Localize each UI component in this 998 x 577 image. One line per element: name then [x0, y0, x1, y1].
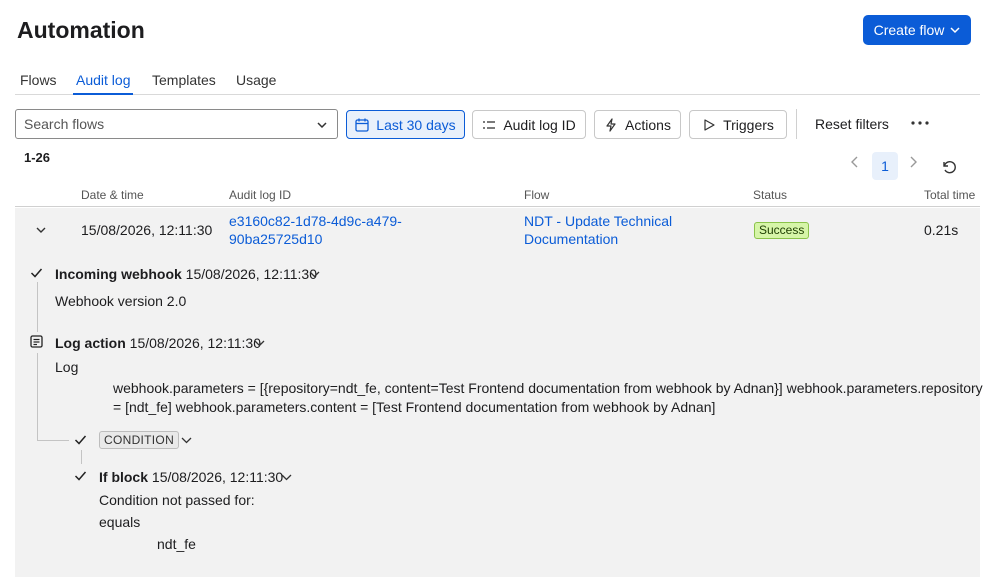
audit-log-id-label: Audit log ID	[503, 116, 576, 133]
row-date: 15/08/2026, 12:11:30	[81, 222, 213, 238]
date-range-label: Last 30 days	[376, 116, 456, 133]
more-options-icon[interactable]	[910, 115, 930, 131]
page-number-button[interactable]: 1	[872, 152, 898, 180]
reset-filters-button[interactable]: Reset filters	[815, 116, 889, 132]
tree-connector	[37, 353, 38, 440]
chevron-down-icon	[317, 122, 327, 129]
webhook-version: Webhook version 2.0	[55, 293, 187, 309]
column-status: Status	[753, 188, 788, 202]
triggers-button[interactable]: Triggers	[689, 110, 787, 139]
chevron-down-icon[interactable]	[181, 435, 192, 445]
row-total-time: 0.21s	[924, 222, 959, 238]
tab-flows[interactable]: Flows	[17, 72, 60, 95]
condition-tag: CONDITION	[99, 431, 180, 449]
play-icon	[704, 118, 715, 131]
log-line-2: = [ndt_fe] webhook.parameters.content = …	[113, 399, 716, 415]
chevron-down-icon[interactable]	[254, 338, 265, 348]
actions-button[interactable]: Actions	[594, 110, 681, 139]
filter-divider	[796, 109, 797, 139]
audit-log-id-button[interactable]: Audit log ID	[472, 110, 586, 139]
actions-label: Actions	[625, 116, 671, 133]
chevron-right-icon[interactable]	[908, 156, 918, 168]
column-date: Date & time	[81, 188, 144, 202]
calendar-icon	[355, 118, 369, 132]
page-title: Automation	[17, 17, 145, 43]
triggers-label: Triggers	[723, 116, 774, 133]
webhook-step-time: 15/08/2026, 12:11:30	[185, 266, 317, 282]
if-block-label: If block	[99, 469, 149, 485]
date-range-button[interactable]: Last 30 days	[346, 110, 465, 139]
webhook-step-title: Incoming webhook 15/08/2026, 12:11:30	[55, 266, 317, 282]
tab-usage[interactable]: Usage	[233, 72, 279, 95]
page-header: Automation Create flow	[0, 0, 998, 60]
flow-link-line1[interactable]: NDT - Update Technical	[524, 213, 672, 229]
result-range: 1-26	[24, 150, 51, 165]
tree-connector	[81, 450, 82, 464]
log-step-label: Log action	[55, 335, 126, 351]
tab-audit-log[interactable]: Audit log	[73, 72, 134, 95]
log-line-1: webhook.parameters = [{repository=ndt_fe…	[113, 380, 983, 396]
chevron-down-icon[interactable]	[281, 472, 292, 482]
log-step-time: 15/08/2026, 12:11:30	[129, 335, 261, 351]
audit-id-link-line1[interactable]: e3160c82-1d78-4d9c-a479-	[229, 213, 402, 229]
create-flow-button[interactable]: Create flow	[863, 15, 971, 45]
condition-value: ndt_fe	[157, 536, 196, 552]
table-header: Date & time Audit log ID Flow Status Tot…	[15, 186, 980, 207]
condition-operator: equals	[99, 514, 141, 530]
chevron-left-icon[interactable]	[850, 156, 860, 168]
search-flows-dropdown[interactable]	[15, 109, 338, 139]
log-body: Log	[55, 359, 79, 375]
chevron-down-icon	[950, 27, 960, 34]
audit-id-link-line2[interactable]: 90ba25725d10	[229, 231, 322, 247]
create-flow-label: Create flow	[873, 22, 945, 38]
check-icon	[74, 435, 87, 445]
expanded-log-row: 15/08/2026, 12:11:30 e3160c82-1d78-4d9c-…	[15, 208, 983, 577]
tree-connector	[37, 282, 38, 332]
filter-bar: Last 30 days Audit log ID Actions Trigge…	[15, 109, 980, 139]
chevron-down-icon[interactable]	[36, 225, 46, 235]
lightning-icon	[606, 117, 616, 132]
refresh-icon[interactable]	[941, 159, 957, 175]
list-icon	[483, 120, 496, 129]
webhook-step-label: Incoming webhook	[55, 266, 182, 282]
tab-bar: Flows Audit log Templates Usage	[15, 68, 980, 95]
condition-result: Condition not passed for:	[99, 492, 255, 508]
column-total-time: Total time	[924, 188, 976, 202]
column-flow: Flow	[524, 188, 550, 202]
if-block-title: If block 15/08/2026, 12:11:30	[99, 469, 283, 485]
status-badge: Success	[754, 222, 810, 239]
chevron-down-icon[interactable]	[309, 269, 320, 279]
flow-link-line2[interactable]: Documentation	[524, 231, 618, 247]
search-input[interactable]	[16, 110, 306, 138]
column-audit-id: Audit log ID	[229, 188, 292, 202]
log-icon	[30, 335, 43, 348]
check-icon	[74, 471, 87, 481]
tab-templates[interactable]: Templates	[149, 72, 219, 95]
check-icon	[30, 268, 43, 278]
tree-connector	[37, 440, 69, 441]
if-block-time: 15/08/2026, 12:11:30	[151, 469, 284, 485]
log-step-title: Log action 15/08/2026, 12:11:30	[55, 335, 261, 351]
